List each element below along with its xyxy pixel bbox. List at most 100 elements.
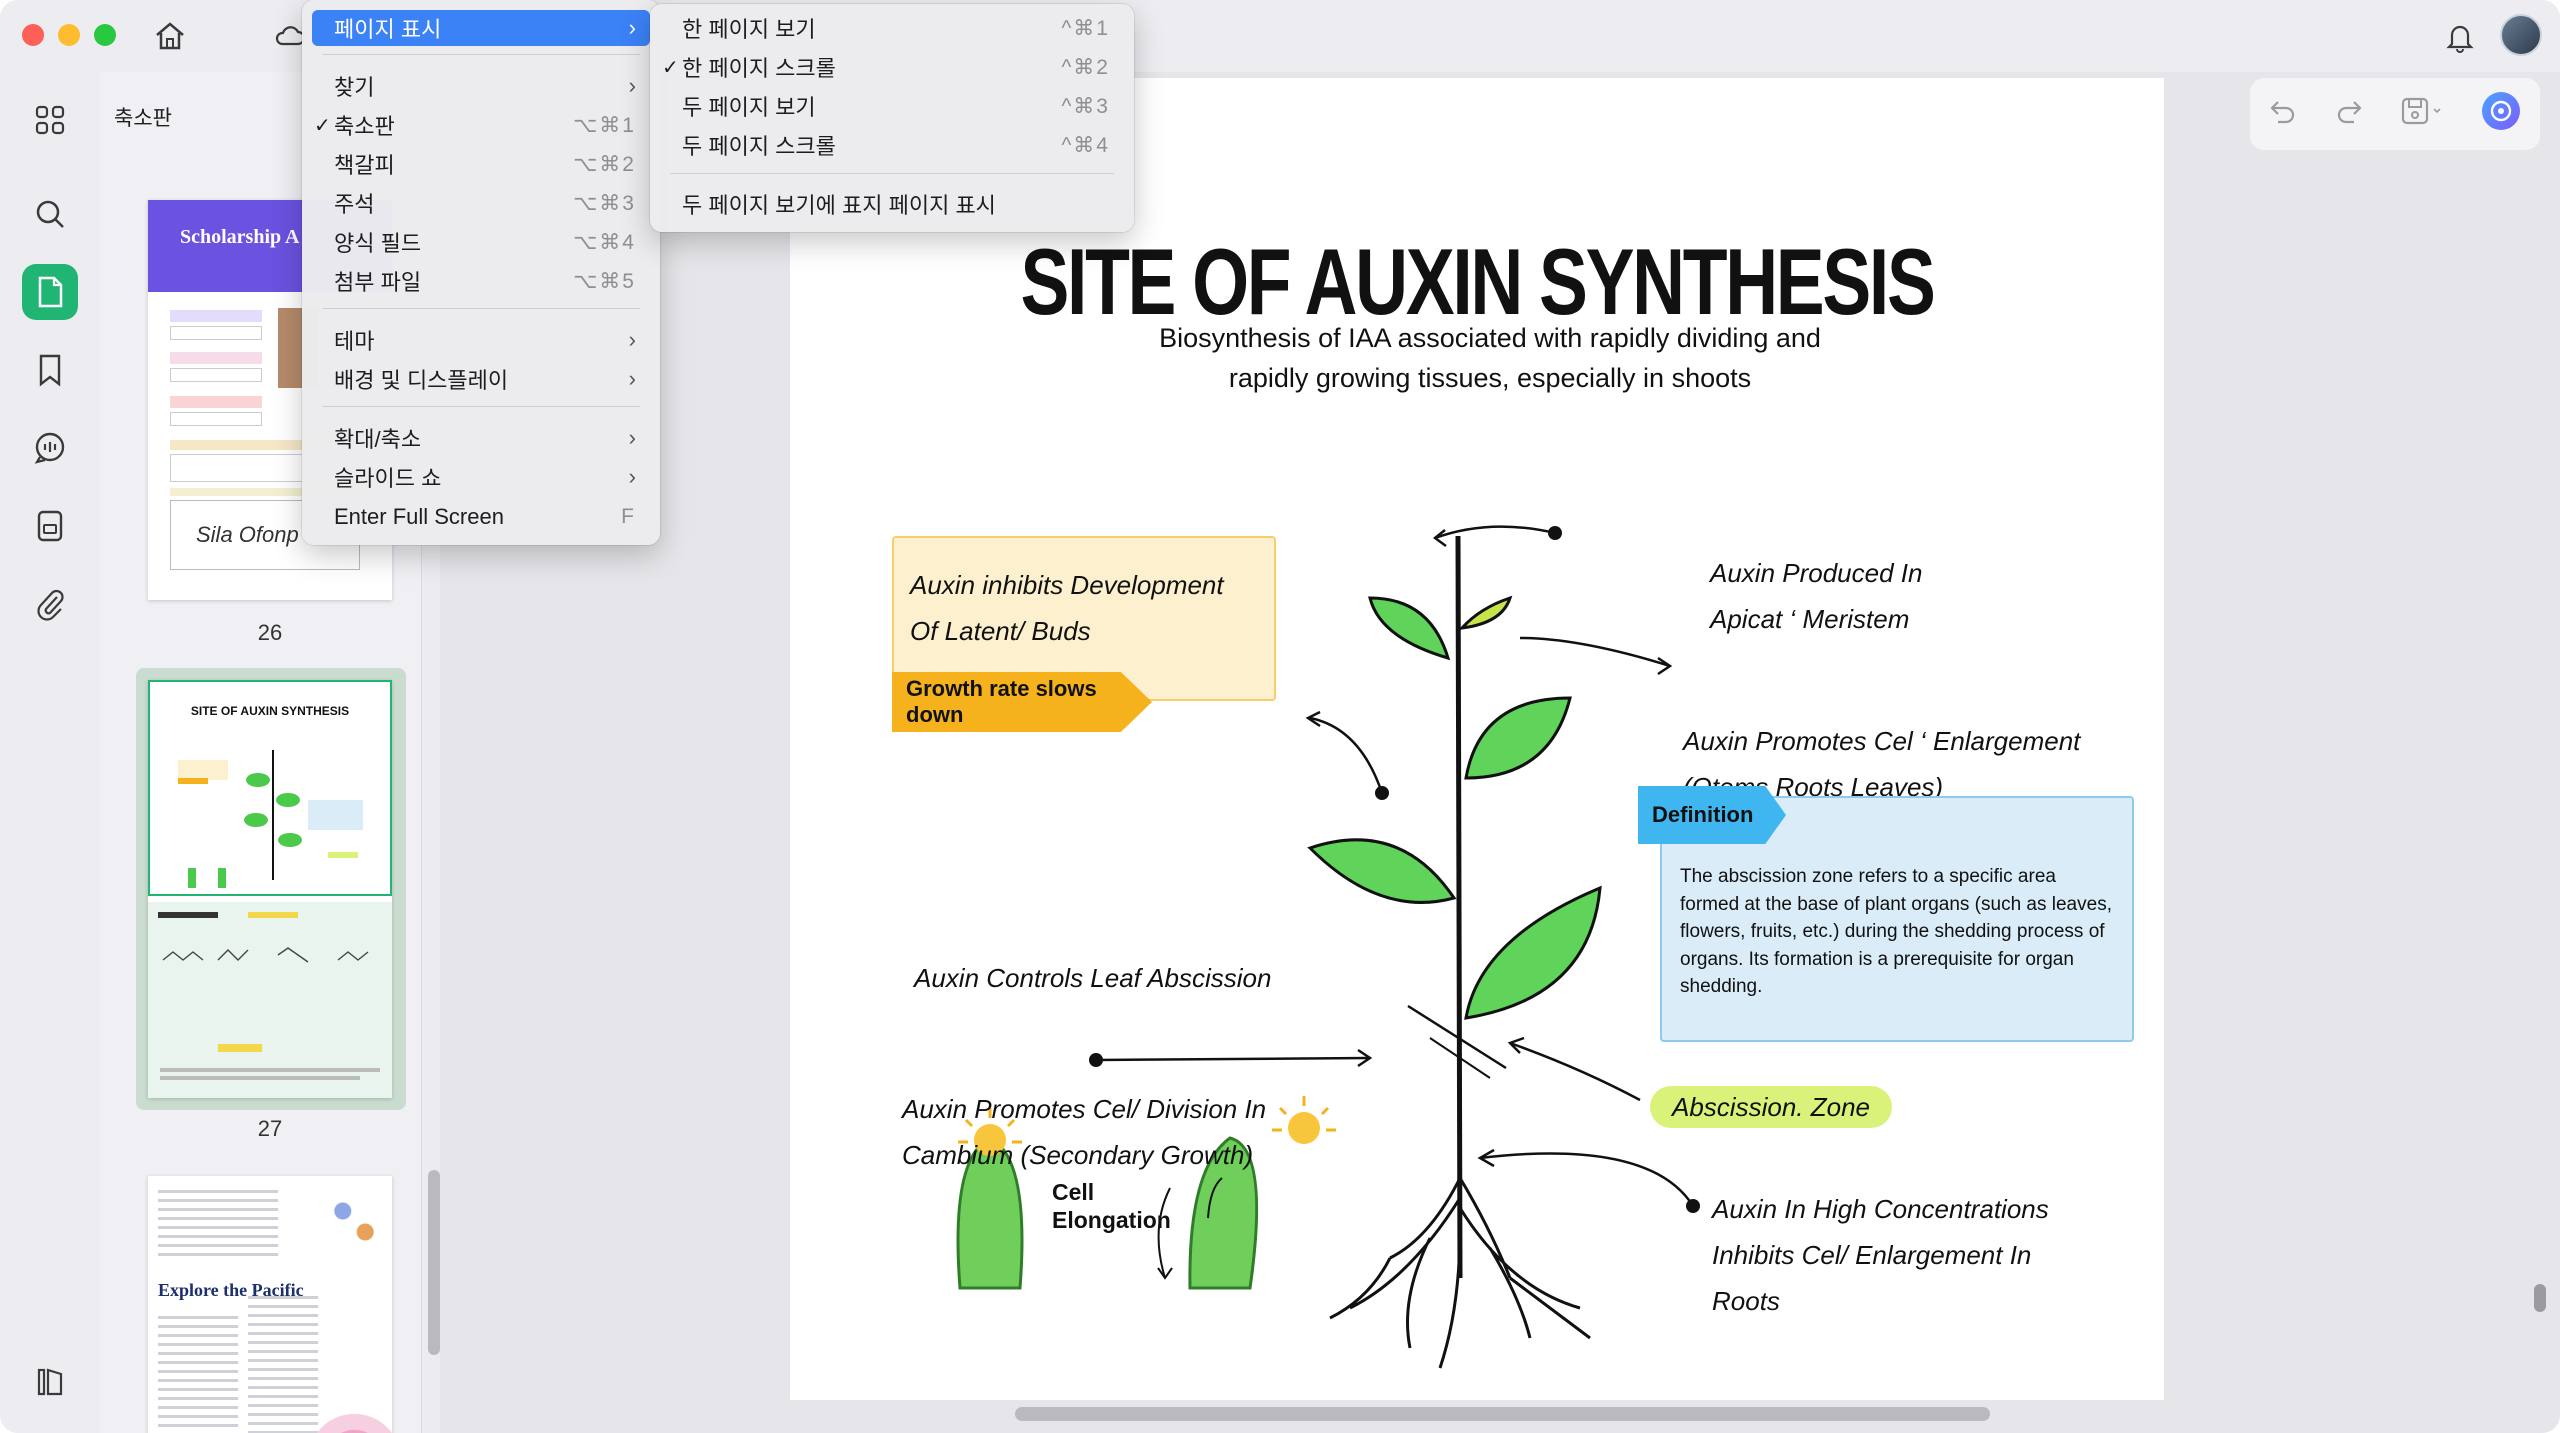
- thumbnail-page-number: 27: [257, 1116, 283, 1141]
- menu-item-shortcut: ⌥⌘5: [573, 269, 636, 293]
- menu-item-label: 한 페이지 보기: [682, 17, 816, 42]
- label-high-concentrations: Auxin In High Concentrations Inhibits Ce…: [1712, 1186, 2049, 1324]
- label-line: Auxin Produced In: [1710, 558, 1923, 588]
- thumbnail-title: Scholarship Application Fo: [180, 226, 300, 248]
- label-line: Auxin Promotes Cel/ Division In: [902, 1094, 1267, 1124]
- label-line: Roots: [1712, 1286, 1780, 1316]
- abscission-zone-label: Abscission. Zone: [1650, 1086, 1892, 1128]
- close-window-button[interactable]: [22, 24, 44, 46]
- undo-icon[interactable]: [2268, 98, 2298, 131]
- definition-text: The abscission zone refers to a specific…: [1680, 866, 2112, 997]
- view-menu-item[interactable]: 확대/축소 ›: [312, 420, 650, 456]
- label-line: Inhibits Cel/ Enlargement In: [1712, 1240, 2032, 1270]
- thumbnail-page-number: 26: [257, 620, 283, 645]
- menu-item-label: 슬라이드 쇼: [334, 466, 442, 491]
- right-toolbar: [2250, 78, 2540, 150]
- view-menu-item[interactable]: Enter Full Screen F: [312, 499, 650, 535]
- menu-item-label: 테마: [334, 329, 375, 354]
- chevron-right-icon: ›: [628, 15, 636, 40]
- attachment-icon[interactable]: [22, 576, 78, 632]
- view-menu-item[interactable]: 슬라이드 쇼 ›: [312, 459, 650, 495]
- library-icon[interactable]: [22, 1354, 78, 1410]
- home-icon[interactable]: [150, 18, 190, 54]
- view-menu-item[interactable]: 주석 ⌥⌘3: [312, 185, 650, 221]
- view-menu-item[interactable]: 찾기 ›: [312, 68, 650, 104]
- save-icon[interactable]: [2400, 96, 2444, 133]
- label-leaf-abscission: Auxin Controls Leaf Abscission: [914, 963, 1272, 993]
- menu-separator: [322, 54, 640, 55]
- menu-item-shortcut: ⌥⌘3: [573, 191, 636, 215]
- app-window: 축소판 Scholarship Application Fo Sila Ofon…: [0, 0, 2560, 1433]
- menu-item-label: 배경 및 디스플레이: [334, 368, 509, 393]
- ai-assistant-icon[interactable]: [2480, 90, 2522, 139]
- apps-grid-icon[interactable]: [22, 92, 78, 148]
- view-menu-item[interactable]: 배경 및 디스플레이 ›: [312, 361, 650, 397]
- view-menu: 페이지 표시 › 찾기 › ✓ 축소판 ⌥⌘1 책갈피 ⌥⌘2 주석 ⌥⌘3 양식 필드 ⌥⌘4 첨부 파…: [302, 0, 660, 545]
- bookmark-icon[interactable]: [22, 342, 78, 398]
- label-line: Elongation: [1052, 1207, 1171, 1233]
- menu-item-shortcut: ⌥⌘4: [573, 230, 636, 254]
- menu-item-label: 한 페이지 스크롤: [682, 56, 836, 81]
- comment-icon[interactable]: [22, 420, 78, 476]
- menu-separator: [322, 406, 640, 407]
- view-menu-item[interactable]: 페이지 표시 ›: [312, 10, 650, 46]
- page-display-item[interactable]: ✓ 한 페이지 스크롤 ^⌘2: [660, 49, 1124, 85]
- label-line: Apicat ‘ Meristem: [1710, 604, 1910, 634]
- bell-icon[interactable]: [2440, 18, 2480, 56]
- avatar[interactable]: [2500, 14, 2542, 56]
- chevron-right-icon: ›: [628, 464, 636, 489]
- menu-separator: [322, 308, 640, 309]
- menu-item-shortcut: ⌥⌘2: [573, 152, 636, 176]
- chevron-right-icon: ›: [628, 73, 636, 98]
- menu-item-shortcut: ^⌘3: [1061, 94, 1110, 118]
- menu-separator: [670, 173, 1114, 174]
- label-line: Auxin In High Concentrations: [1712, 1194, 2049, 1224]
- thumbnail-scrollbar[interactable]: [428, 1170, 440, 1355]
- view-menu-item[interactable]: 첨부 파일 ⌥⌘5: [312, 263, 650, 299]
- search-icon[interactable]: [22, 186, 78, 242]
- zoom-window-button[interactable]: [94, 24, 116, 46]
- cell-elongation-label: Cell Elongation: [1052, 1178, 1171, 1234]
- page-display-submenu: 한 페이지 보기 ^⌘1 ✓ 한 페이지 스크롤 ^⌘2 두 페이지 보기 ^⌘3 두 페이지…: [650, 4, 1134, 232]
- page-display-item[interactable]: 두 페이지 보기 ^⌘3: [660, 88, 1124, 124]
- menu-item-label: 양식 필드: [334, 231, 422, 256]
- form-icon[interactable]: [22, 498, 78, 554]
- view-menu-item[interactable]: ✓ 축소판 ⌥⌘1: [312, 107, 650, 143]
- menu-item-label: 두 페이지 보기에 표지 페이지 표시: [682, 193, 996, 218]
- panel-title: 축소판: [114, 107, 172, 130]
- menu-item-shortcut: ^⌘2: [1061, 55, 1110, 79]
- menu-item-shortcut: F: [621, 505, 636, 528]
- menu-item-shortcut: ^⌘4: [1061, 133, 1110, 157]
- view-menu-item[interactable]: 테마 ›: [312, 322, 650, 358]
- page-display-item[interactable]: 두 페이지 스크롤 ^⌘4: [660, 127, 1124, 163]
- horizontal-scrollbar[interactable]: [1015, 1407, 1990, 1421]
- page-display-item[interactable]: 두 페이지 보기에 표지 페이지 표시: [660, 186, 1124, 222]
- redo-icon[interactable]: [2334, 98, 2364, 131]
- vertical-scrollbar[interactable]: [2534, 1284, 2546, 1312]
- view-menu-item[interactable]: 양식 필드 ⌥⌘4: [312, 224, 650, 260]
- chevron-right-icon: ›: [628, 366, 636, 391]
- view-menu-item[interactable]: 책갈피 ⌥⌘2: [312, 146, 650, 182]
- page-display-item[interactable]: 한 페이지 보기 ^⌘1: [660, 10, 1124, 46]
- thumbnails-icon[interactable]: [22, 264, 78, 320]
- document-page: SITE OF AUXIN SYNTHESIS Biosynthesis of …: [790, 78, 2164, 1400]
- label-line: Cell: [1052, 1179, 1095, 1205]
- label-line: Auxin Promotes Cel ‘ Enlargement: [1683, 726, 2081, 756]
- menu-item-shortcut: ⌥⌘1: [573, 113, 636, 137]
- thumbnail-page-28[interactable]: Explore the Pacific: [148, 1176, 392, 1433]
- thumbnail-signature: Sila Ofonp: [196, 522, 299, 547]
- minimize-window-button[interactable]: [58, 24, 80, 46]
- menu-item-label: 주석: [334, 192, 375, 217]
- thumbnail-page-27[interactable]: SITE OF AUXIN SYNTHESIS: [148, 680, 392, 1098]
- menu-item-label: 두 페이지 스크롤: [682, 134, 836, 159]
- menu-item-label: 확대/축소: [334, 427, 422, 452]
- label-line: Cambium (Secondary Growth): [902, 1140, 1254, 1170]
- menu-item-label: Enter Full Screen: [334, 504, 504, 529]
- label-auxin-produced: Auxin Produced In Apicat ‘ Meristem: [1710, 550, 1922, 642]
- menu-item-label: 첨부 파일: [334, 270, 422, 295]
- chevron-right-icon: ›: [628, 425, 636, 450]
- thumbnail-title: SITE OF AUXIN SYNTHESIS: [190, 704, 350, 718]
- menu-item-label: 축소판: [334, 114, 395, 139]
- box-line: Auxin inhibits Development: [910, 570, 1224, 600]
- menu-item-label: 책갈피: [334, 153, 395, 178]
